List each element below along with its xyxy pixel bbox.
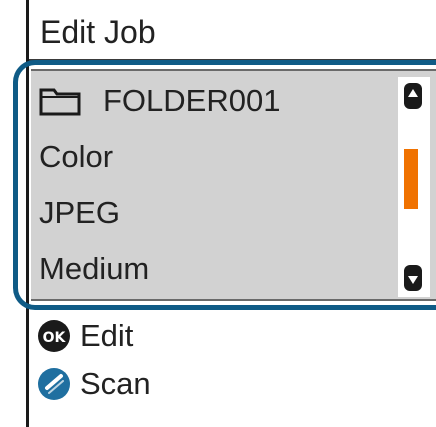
title-bar: Edit Job — [29, 0, 436, 62]
scroll-up-icon[interactable] — [401, 81, 425, 111]
list-item-folder[interactable]: FOLDER001 — [39, 77, 280, 125]
scrollbar[interactable] — [398, 77, 430, 297]
list-item-format[interactable]: JPEG — [39, 189, 120, 237]
edit-label: Edit — [80, 318, 134, 353]
list-item-quality[interactable]: Medium — [39, 245, 149, 293]
scroll-thumb[interactable] — [404, 149, 418, 209]
file-format-setting: JPEG — [39, 195, 120, 230]
ok-key-text: OK — [43, 330, 67, 346]
scan-softkey[interactable]: Scan — [36, 366, 151, 402]
color-setting: Color — [39, 139, 114, 174]
ok-button-icon: OK — [38, 320, 70, 352]
job-settings-list[interactable]: FOLDER001 Color JPEG Medium — [31, 69, 436, 301]
folder-icon — [39, 88, 81, 116]
quality-setting: Medium — [39, 251, 150, 286]
page-title: Edit Job — [40, 14, 156, 50]
scan-button-icon — [38, 368, 70, 400]
scan-label: Scan — [80, 366, 151, 401]
list-item-color[interactable]: Color — [39, 133, 113, 181]
scroll-down-icon[interactable] — [401, 263, 425, 293]
edit-softkey[interactable]: OK Edit — [36, 318, 133, 354]
edit-job-screen: Edit Job FOLDER001 Color JPEG Medium OK … — [0, 0, 436, 427]
folder-name: FOLDER001 — [103, 83, 281, 118]
